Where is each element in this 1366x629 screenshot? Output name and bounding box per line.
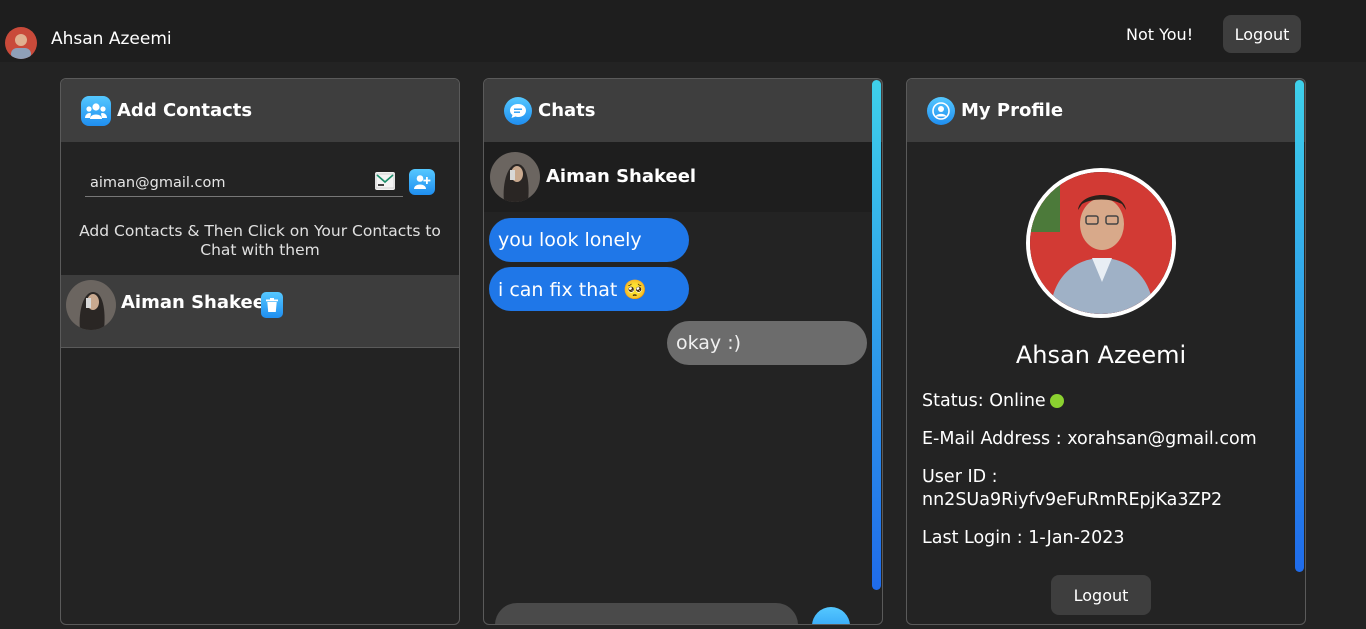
send-button[interactable]	[812, 607, 850, 624]
profile-picture	[1026, 168, 1176, 318]
chat-bubble-icon	[504, 96, 532, 125]
chats-header: Chats	[484, 79, 882, 142]
not-you-link[interactable]: Not You!	[1126, 25, 1193, 44]
contact-name: Aiman Shakeel	[121, 292, 272, 313]
chats-title: Chats	[538, 100, 596, 121]
message-bubble-in: i can fix that 🥺	[489, 267, 689, 311]
chats-scrollbar[interactable]	[872, 80, 881, 590]
chat-contact-avatar	[490, 152, 540, 202]
user-id-label: User ID :	[922, 467, 998, 487]
add-contacts-title: Add Contacts	[117, 100, 253, 121]
contact-avatar	[66, 280, 116, 330]
email-icon	[375, 172, 395, 190]
add-user-icon	[414, 175, 431, 189]
last-login-line: Last Login : 1-Jan-2023	[922, 528, 1125, 548]
chat-contact-header: Aiman Shakeel	[484, 142, 872, 212]
user-name: Ahsan Azeemi	[51, 29, 172, 49]
trash-icon	[266, 298, 278, 312]
profile-panel: My Profile Ahsan Azeemi Status: Online E…	[906, 78, 1306, 625]
top-bar: Ahsan Azeemi Not You! Logout	[0, 0, 1366, 62]
users-icon	[81, 95, 111, 126]
email-line: E-Mail Address : xorahsan@gmail.com	[922, 429, 1257, 449]
chats-panel: Chats Aiman Shakeel you look lonely i ca…	[483, 78, 883, 625]
user-circle-icon	[927, 96, 955, 125]
add-contacts-panel: Add Contacts Add Contacts & Then Click o…	[60, 78, 460, 625]
profile-name: Ahsan Azeemi	[1015, 341, 1187, 369]
contact-email-input[interactable]	[85, 169, 403, 197]
status-text: Status: Online	[922, 391, 1046, 411]
delete-contact-button[interactable]	[261, 292, 283, 318]
add-contacts-header: Add Contacts	[61, 79, 459, 142]
chat-contact-name: Aiman Shakeel	[546, 166, 697, 187]
logout-button[interactable]: Logout	[1223, 15, 1301, 53]
profile-title: My Profile	[961, 100, 1064, 121]
status-line: Status: Online	[922, 390, 1064, 413]
add-contacts-hint: Add Contacts & Then Click on Your Contac…	[79, 222, 441, 259]
profile-logout-button[interactable]: Logout	[1051, 575, 1151, 615]
user-avatar	[5, 27, 37, 59]
user-id-value: nn2SUa9Riyfv9eFuRmREpjKa3ZP2	[922, 490, 1223, 510]
add-contact-button[interactable]	[409, 169, 435, 195]
contact-item[interactable]: Aiman Shakeel	[61, 275, 459, 348]
add-contact-form	[85, 169, 435, 197]
online-indicator	[1049, 394, 1064, 408]
message-bubble-in: you look lonely	[489, 218, 689, 262]
profile-scrollbar[interactable]	[1295, 80, 1304, 572]
message-input[interactable]	[495, 603, 798, 624]
message-bubble-out: okay :)	[667, 321, 867, 365]
profile-header: My Profile	[907, 79, 1305, 142]
